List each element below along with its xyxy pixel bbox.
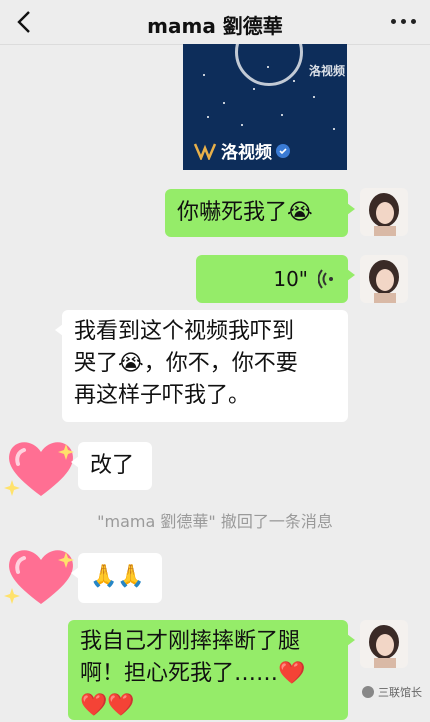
watermark-logo-icon	[362, 686, 374, 698]
recall-notice: "mama 劉德華" 撤回了一条消息	[97, 512, 333, 531]
message-line-1: 我自己才刚摔摔断了腿	[80, 629, 301, 654]
voice-message[interactable]: 10"	[196, 255, 355, 303]
voice-duration: 10"	[273, 267, 308, 291]
video-source-label: 洛视频	[221, 143, 272, 163]
voice-wave-icon	[318, 269, 333, 289]
avatar[interactable]	[360, 188, 408, 236]
dot-icon	[401, 18, 406, 24]
heart-avatar[interactable]	[4, 436, 78, 500]
message-line-2: 哭了😭，你不，你不要	[74, 351, 298, 376]
avatar[interactable]	[360, 255, 408, 303]
message-line-3: 再这样子吓我了。	[74, 383, 251, 408]
more-options-button[interactable]	[386, 14, 416, 28]
video-logo-icon	[193, 143, 217, 160]
video-watermark: 洛视频	[309, 64, 346, 78]
message-bubble-6[interactable]: 我自己才刚摔摔断了腿 啊！担心死我了……❤️ ❤️❤️	[68, 620, 355, 720]
chat-title: mama 劉德華	[147, 14, 283, 38]
message-bubble-4[interactable]: 改了	[71, 442, 152, 490]
verified-icon	[276, 143, 290, 158]
watermark-text: 三联馆长	[378, 686, 422, 699]
message-bubble-5[interactable]: 🙏🙏	[71, 553, 162, 603]
corner-watermark: 三联馆长	[362, 684, 422, 700]
message-line-3: ❤️❤️	[80, 693, 135, 718]
message-text: 你嚇死我了😭	[177, 200, 313, 225]
heart-avatar[interactable]	[4, 544, 78, 608]
message-bubble-1[interactable]: 你嚇死我了😭	[165, 189, 355, 237]
message-line-1: 我看到这个视频我吓到	[74, 319, 295, 344]
dot-icon	[391, 18, 396, 24]
dot-icon	[411, 18, 416, 24]
message-bubble-3[interactable]: 我看到这个视频我吓到 哭了😭，你不，你不要 再这样子吓我了。	[55, 310, 348, 422]
video-card[interactable]: 洛视频 洛视频	[183, 44, 347, 170]
chat-header: mama 劉德華	[0, 0, 430, 45]
message-line-2: 啊！担心死我了……❤️	[80, 661, 306, 686]
message-text: 🙏🙏	[90, 564, 145, 589]
message-text: 改了	[90, 453, 135, 478]
video-source: 洛视频	[193, 138, 290, 163]
avatar[interactable]	[360, 620, 408, 668]
